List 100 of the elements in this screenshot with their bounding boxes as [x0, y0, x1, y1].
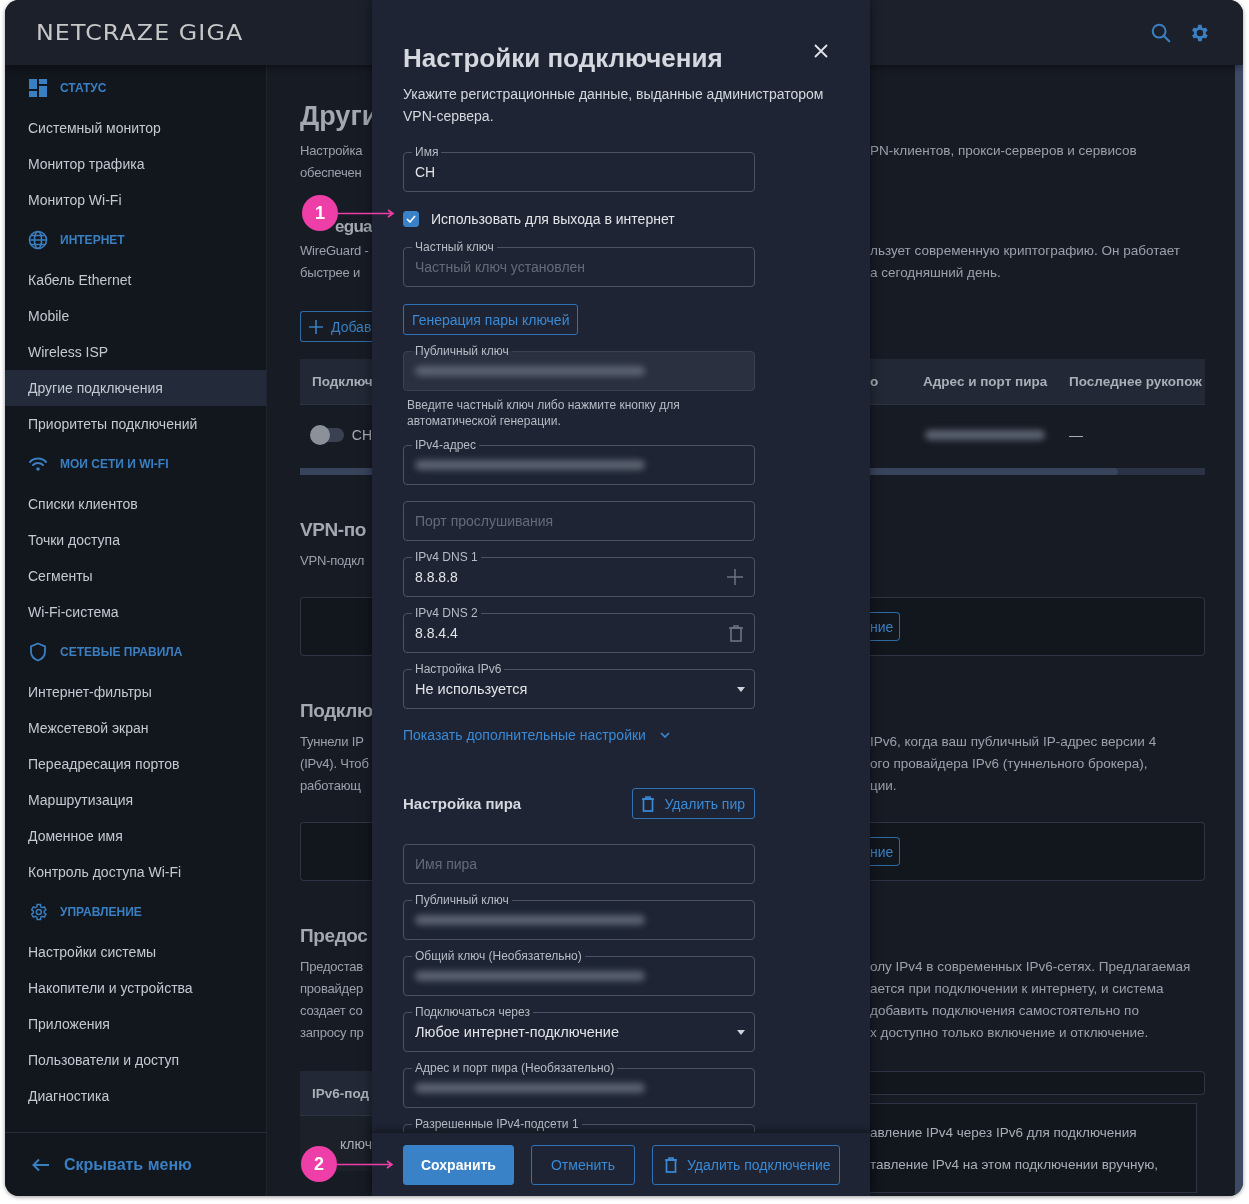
menu-item[interactable]: Wi-Fi-система: [5, 594, 266, 630]
section-heading: ИНТЕРНЕТ: [60, 233, 125, 247]
scrollbar[interactable]: [1235, 65, 1243, 1196]
menu-item[interactable]: Wireless ISP: [5, 334, 266, 370]
checkbox[interactable]: [403, 211, 419, 227]
description-text: ается при подключении к интернету, и система: [870, 980, 1165, 998]
horizontal-scrollbar[interactable]: [300, 468, 372, 475]
show-more-link[interactable]: Показать дополнительные настройки: [403, 725, 670, 745]
description-text: добавить подключения самостоятельно по: [870, 1002, 1140, 1020]
save-button[interactable]: Сохранить: [403, 1144, 514, 1185]
description-text: льзует современную криптографию. Он работает: [870, 242, 1181, 260]
select-field[interactable]: Настройка IPv6 Не используется: [403, 661, 755, 709]
description-text: VPN-подкл: [300, 552, 366, 570]
text-field[interactable]: Адрес и порт пира (Необязательно): [403, 1060, 755, 1108]
field-label: IPv4-адрес: [412, 438, 480, 452]
cancel-button[interactable]: Отменить: [530, 1144, 635, 1185]
field-label: Подключаться через: [412, 1005, 533, 1019]
logo: NETCRAZE GIGA: [36, 20, 244, 45]
menu-item[interactable]: Настройки системы: [5, 934, 266, 970]
menu-item[interactable]: Накопители и устройства: [5, 970, 266, 1006]
menu-item[interactable]: Монитор Wi-Fi: [5, 182, 266, 218]
search-icon[interactable]: [1150, 21, 1172, 44]
description-text: обеспечен: [300, 164, 363, 182]
plus-icon[interactable]: [727, 569, 743, 585]
section-title: Настройка пира: [403, 795, 522, 812]
column-header: о: [870, 374, 879, 389]
select-field[interactable]: Подключаться через Любое интернет-подключение: [403, 1004, 755, 1052]
menu-item[interactable]: Списки клиентов: [5, 486, 266, 522]
text-field[interactable]: Частный ключ Частный ключ установлен: [403, 239, 755, 287]
shield-icon: [28, 642, 48, 662]
delete-peer-button[interactable]: Удалить пир: [632, 788, 755, 819]
caret-icon: [737, 687, 745, 692]
section-title: VPN-по: [300, 518, 368, 542]
trash-icon: [664, 1156, 677, 1173]
card: [300, 822, 372, 881]
menu-item[interactable]: Маршрутизация: [5, 782, 266, 818]
field-label: Настройка IPv6: [412, 662, 505, 676]
hint-text: Введите частный ключ либо нажмите кнопку для автоматической генерации.: [407, 397, 681, 429]
description-text: IPv6, когда ваш публичный IP-адрес версии 4: [870, 733, 1158, 751]
menu-item[interactable]: Системный монитор: [5, 110, 266, 146]
text-field[interactable]: IPv4-адрес: [403, 437, 755, 485]
section-title: Предос: [300, 924, 369, 948]
use-for-internet-checkbox[interactable]: Использовать для выхода в интернет: [403, 207, 755, 231]
menu-item[interactable]: Монитор трафика: [5, 146, 266, 182]
delete-connection-button[interactable]: Удалить подключение: [651, 1144, 840, 1185]
text-field[interactable]: IPv4 DNS 2 8.8.4.4: [403, 605, 755, 653]
description-text: х доступно только включение и отключение.: [870, 1024, 1150, 1042]
section-title: egua: [335, 218, 372, 236]
plus-icon: [309, 319, 323, 334]
menu-item[interactable]: Кабель Ethernet: [5, 262, 266, 298]
menu-item[interactable]: Приложения: [5, 1006, 266, 1042]
globe-icon: [28, 230, 48, 250]
table-header-cell: Подключ: [300, 359, 372, 405]
menu-item[interactable]: Приоритеты подключений: [5, 406, 266, 442]
trash-icon[interactable]: [729, 625, 743, 642]
menu-item[interactable]: Переадресация портов: [5, 746, 266, 782]
menu-item[interactable]: Сегменты: [5, 558, 266, 594]
field-label: IPv4 DNS 1: [412, 550, 481, 564]
field-value: Любое интернет-подключение: [415, 1024, 619, 1040]
placeholder-text: Порт прослушивания: [415, 513, 554, 529]
menu-item[interactable]: Контроль доступа Wi-Fi: [5, 854, 266, 890]
text-field[interactable]: Публичный ключ: [403, 892, 755, 940]
text-field[interactable]: Имя CH: [403, 144, 755, 192]
menu-item[interactable]: Доменное имя: [5, 818, 266, 854]
description-text: тавление IPv4 на этом подключении вручную,: [870, 1156, 1160, 1174]
field-value: 8.8.4.4: [415, 625, 458, 641]
description-text: запросу пр: [300, 1024, 365, 1042]
trash-icon: [642, 795, 655, 812]
description-text: а сегодняшний день.: [870, 264, 1002, 282]
text-field[interactable]: Общий ключ (Необязательно): [403, 948, 755, 996]
description-text: PN-клиентов, прокси-серверов и сервисов: [870, 142, 1138, 160]
card: [300, 597, 372, 656]
dashboard-icon: [28, 78, 48, 98]
field-label: Частный ключ: [412, 240, 497, 254]
menu-item[interactable]: Другие подключения: [5, 370, 266, 406]
checkbox-label: Использовать для выхода в интернет: [431, 211, 675, 227]
menu-item[interactable]: Mobile: [5, 298, 266, 334]
menu-item[interactable]: Пользователи и доступ: [5, 1042, 266, 1078]
menu-item[interactable]: Интернет-фильтры: [5, 674, 266, 710]
field-label: Имя: [412, 145, 442, 159]
close-icon[interactable]: [814, 44, 828, 58]
table-header-cell: IPv6-под: [300, 1071, 372, 1116]
field-label: IPv4 DNS 2: [412, 606, 481, 620]
field-label: Публичный ключ: [412, 893, 512, 907]
description-text: быстрее и: [300, 264, 361, 282]
gear-icon: [28, 902, 48, 922]
description-text: ого провайдера IPv6 (туннельного брокера),: [870, 755, 1149, 773]
menu-item[interactable]: Межсетевой экран: [5, 710, 266, 746]
generate-keys-button[interactable]: Генерация пары ключей: [403, 304, 579, 335]
description-text: Предостав: [300, 958, 364, 976]
menu-item[interactable]: Точки доступа: [5, 522, 266, 558]
menu-item[interactable]: Диагностика: [5, 1078, 266, 1114]
horizontal-scrollbar[interactable]: [870, 468, 1205, 475]
field-label: Общий ключ (Необязательно): [412, 949, 585, 963]
text-field[interactable]: IPv4 DNS 1 8.8.8.8: [403, 549, 755, 597]
arrow-left-icon: [32, 1157, 50, 1172]
table-cell: CH: [351, 427, 372, 443]
toggle-switch[interactable]: [312, 428, 344, 442]
pointer-arrow: [337, 208, 395, 218]
collapse-menu-button[interactable]: Скрывать меню: [5, 1132, 266, 1196]
